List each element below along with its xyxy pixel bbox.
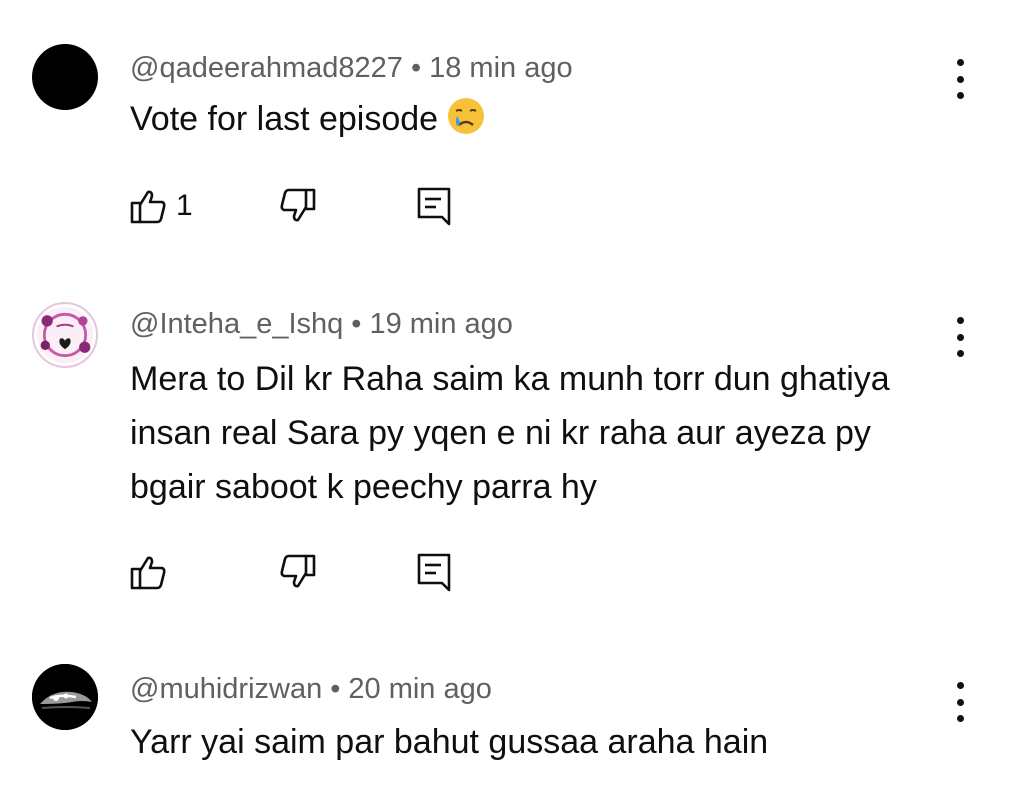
car-headlight-icon xyxy=(32,664,98,730)
dot xyxy=(956,698,964,706)
comment-text: Mera to Dil kr Raha saim ka munh torr du… xyxy=(130,352,970,514)
comment-text: Yarr yai saim par bahut gussaa araha hai… xyxy=(130,715,970,769)
meta-separator: • xyxy=(330,673,341,705)
comment-time: 20 min ago xyxy=(348,673,492,705)
comment-meta: @muhidrizwan • 20 min ago xyxy=(130,671,492,707)
comment-author[interactable]: @qadeerahmad8227 xyxy=(130,52,403,84)
comment-text-content: Vote for last episode xyxy=(130,100,439,138)
crying-face-emoji-icon xyxy=(448,98,485,134)
comment-time: 18 min ago xyxy=(429,52,573,84)
pink-heart-logo-icon xyxy=(36,306,94,364)
dot xyxy=(956,59,964,66)
like-count: 1 xyxy=(176,189,193,222)
reply-button[interactable] xyxy=(414,184,454,228)
meta-separator: • xyxy=(410,52,422,84)
comment-text-content: Yarr yai saim par bahut gussaa araha hai… xyxy=(130,723,769,761)
thumb-down-icon xyxy=(280,554,316,588)
reply-comment-icon xyxy=(417,553,451,592)
comment-text-line: insan real Sara py yqen e ni kr raha aur… xyxy=(130,414,871,452)
comment-2: @Inteha_e_Ishq • 19 min ago Mera to Dil kr… xyxy=(0,260,1024,640)
comment-1: @qadeerahmad8227 • 18 min ago Vote for las… xyxy=(0,0,1024,260)
avatar[interactable] xyxy=(32,44,98,110)
avatar[interactable] xyxy=(32,302,98,368)
comment-3: @muhidrizwan • 20 min ago Yarr yai saim pa… xyxy=(0,640,1024,796)
reply-comment-icon xyxy=(417,187,451,226)
thumb-up-icon xyxy=(130,190,166,224)
comment-author[interactable]: @muhidrizwan xyxy=(130,673,322,705)
comment-author[interactable]: @Inteha_e_Ishq xyxy=(130,308,343,340)
avatar[interactable] xyxy=(32,664,98,730)
meta-separator: • xyxy=(351,308,362,340)
dot xyxy=(956,317,964,324)
comment-time: 19 min ago xyxy=(369,308,513,340)
dislike-button[interactable] xyxy=(278,184,318,228)
comment-meta: @qadeerahmad8227 • 18 min ago xyxy=(130,50,573,86)
comment-text: Vote for last episode xyxy=(130,92,970,146)
dot xyxy=(956,682,964,689)
comment-text-line: bgair saboot k peechy parra hy xyxy=(130,468,597,506)
comment-text-line: Mera to Dil kr Raha saim ka munh torr du… xyxy=(130,360,890,398)
dot xyxy=(956,333,964,341)
like-button[interactable]: 1 xyxy=(128,184,193,228)
reply-button[interactable] xyxy=(414,550,454,594)
thumb-down-icon xyxy=(280,188,316,222)
more-options-button[interactable] xyxy=(946,317,974,357)
comment-meta: @Inteha_e_Ishq • 19 min ago xyxy=(130,306,513,342)
thumb-up-icon xyxy=(130,556,166,590)
like-button[interactable] xyxy=(128,550,176,594)
dot xyxy=(956,75,964,83)
dislike-button[interactable] xyxy=(278,550,318,594)
